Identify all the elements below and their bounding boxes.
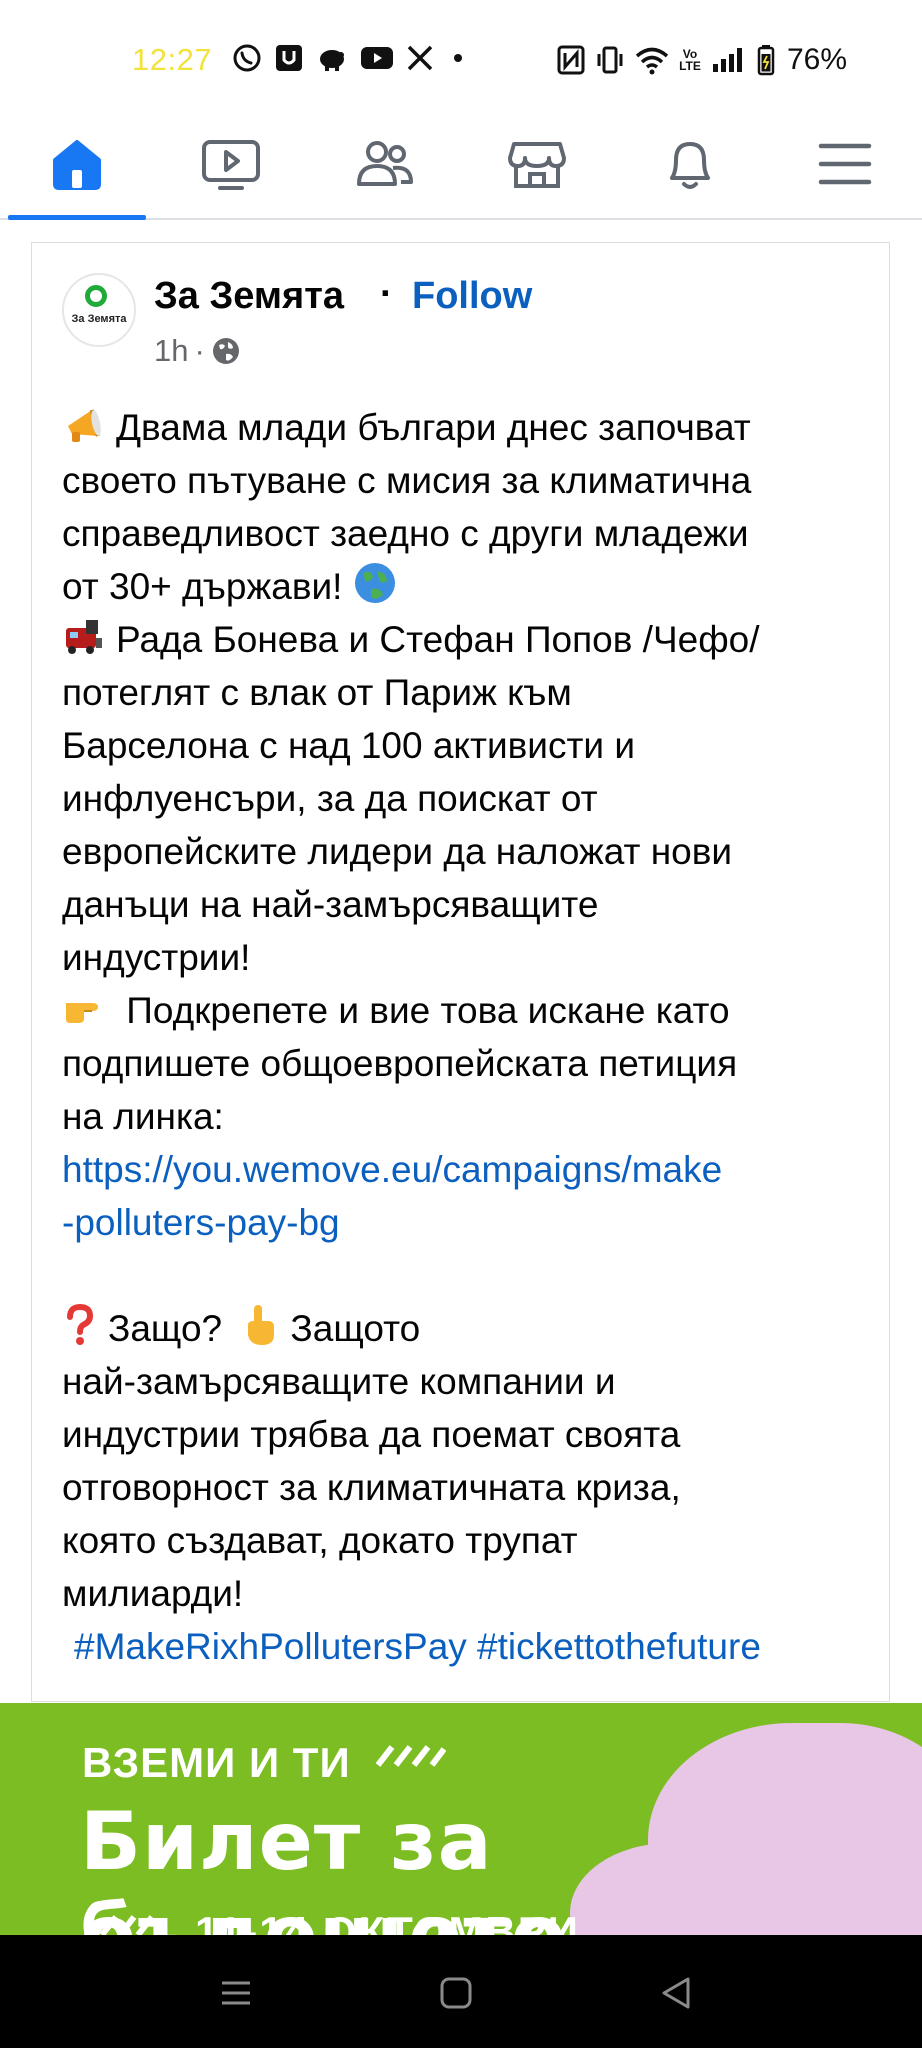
nav-marketplace-tab[interactable] [492, 124, 582, 204]
recent-apps-icon [222, 1981, 250, 2005]
post-image-banner[interactable]: ВЗЕМИ И ТИ Билет за бъдещето 11-14 ОКТОМ… [0, 1703, 922, 1935]
banner-slashes-icon [99, 1915, 155, 1935]
banner-line1: ВЗЕМИ И ТИ [82, 1739, 351, 1786]
globe-public-icon [212, 338, 239, 364]
system-icons: Vo LTE 76% [557, 43, 847, 77]
post-line: данъци на най-замърсяващите [62, 884, 599, 925]
nav-menu-tab[interactable] [800, 124, 890, 204]
battery-icon [757, 44, 775, 76]
post-line: потеглят с влак от Париж към [62, 672, 572, 713]
viber-icon [232, 43, 262, 73]
post-text: Двама млади българи днес започват [116, 407, 751, 448]
status-time: 12:27 [132, 42, 213, 77]
nav-video-tab[interactable] [186, 124, 276, 204]
post-line: Подкрепете и вие това искане като [62, 984, 872, 1037]
post-line: инфлуенсъри, за да поискат от [62, 778, 598, 819]
wifi-icon [635, 45, 669, 75]
active-tab-indicator [8, 215, 146, 220]
post-line: на линка: [62, 1096, 224, 1137]
hamburger-menu-icon [818, 143, 872, 185]
post-card: За Земята За Земята · Follow 1h · Двама … [31, 242, 890, 1702]
post-line: най-замърсяващите компании и [62, 1361, 616, 1402]
post-line: Двама млади българи днес започват [62, 401, 872, 454]
post-line: европейските лидери да наложат нови [62, 831, 733, 872]
recent-apps-button[interactable] [216, 1973, 256, 2013]
vibrate-icon [595, 45, 625, 75]
friends-icon [357, 141, 413, 186]
nfc-icon [557, 45, 585, 75]
post-text: Подкрепете и вие това искане като [116, 990, 730, 1031]
avatar-logo-text: За Земята [71, 313, 127, 325]
follow-button[interactable]: Follow [412, 275, 532, 318]
raised-finger-icon [240, 1303, 280, 1361]
system-navigation-bar [0, 1935, 922, 2048]
x-icon [406, 44, 434, 72]
post-line: индустрии! [62, 937, 251, 978]
post-line: от 30+ държави! [62, 560, 872, 613]
nav-home-tab[interactable] [32, 124, 122, 204]
nav-notifications-tab[interactable] [645, 124, 735, 204]
post-text: Защото [290, 1308, 421, 1349]
back-system-button[interactable] [656, 1973, 696, 2013]
post-time[interactable]: 1h [154, 333, 188, 369]
post-line: Барселона с над 100 активисти и [62, 725, 636, 766]
post-text: Рада Бонева и Стефан Попов /Чефо/ [116, 619, 760, 660]
post-text: Защо? [108, 1308, 223, 1349]
meta-separator: · [194, 333, 205, 368]
question-mark-icon [62, 1303, 98, 1361]
post-line: Рада Бонева и Стефан Попов /Чефо/ [62, 613, 872, 666]
youtube-icon [360, 44, 394, 72]
bell-icon [670, 142, 710, 189]
post-line: индустрии трябва да поемат своята [62, 1414, 681, 1455]
piggy-bank-icon [316, 43, 348, 73]
post-line: своето пътуване с мисия за климатична [62, 460, 752, 501]
home-system-button[interactable] [436, 1973, 476, 2013]
banner-slashes-icon [375, 1745, 446, 1767]
megaphone-icon [62, 402, 106, 460]
back-triangle-icon [662, 1977, 690, 2009]
petition-link-line1[interactable]: https://you.wemove.eu/campaigns/make [62, 1143, 872, 1196]
post-meta: 1h · [154, 333, 241, 369]
post-line: Защо? Защото [62, 1302, 872, 1355]
avatar-logo-ring [85, 285, 107, 307]
u-app-icon [274, 43, 304, 73]
marketplace-icon [508, 142, 566, 188]
notification-icons [232, 43, 470, 73]
status-bar: 12:27 Vo LTE 76% [0, 0, 922, 110]
top-nav-bar [0, 110, 922, 220]
nav-friends-tab[interactable] [340, 124, 430, 204]
page-avatar[interactable]: За Земята [62, 273, 136, 347]
post-hashtags[interactable]: #MakeRixhPollutersPay #tickettothefuture [62, 1620, 872, 1673]
video-icon [202, 140, 260, 190]
train-icon [62, 614, 106, 672]
post-line: справедливост заедно с други младежи [62, 513, 749, 554]
home-square-icon [440, 1977, 472, 2009]
banner-line3: 11-14 ОКТОМВРИ [195, 1908, 580, 1935]
name-separator: · [380, 273, 393, 315]
volte-icon: Vo LTE [679, 47, 701, 73]
petition-link-line2[interactable]: -polluters-pay-bg [62, 1196, 872, 1249]
battery-percent: 76% [786, 43, 847, 76]
post-line: която създават, докато трупат [62, 1520, 578, 1561]
post-text: от 30+ държави! [62, 566, 343, 607]
page-name[interactable]: За Земята [154, 275, 344, 318]
globe-icon [353, 561, 397, 619]
post-line: милиарди! [62, 1573, 244, 1614]
signal-icon [711, 46, 747, 74]
post-body: Двама млади българи днес започват своето… [62, 401, 872, 1673]
more-dot-icon [446, 44, 470, 72]
home-icon [53, 140, 101, 190]
post-line: подпишете общоевропейската петиция [62, 1043, 738, 1084]
pointing-hand-icon [62, 985, 106, 1043]
post-line: отговорност за климатичната криза, [62, 1467, 681, 1508]
